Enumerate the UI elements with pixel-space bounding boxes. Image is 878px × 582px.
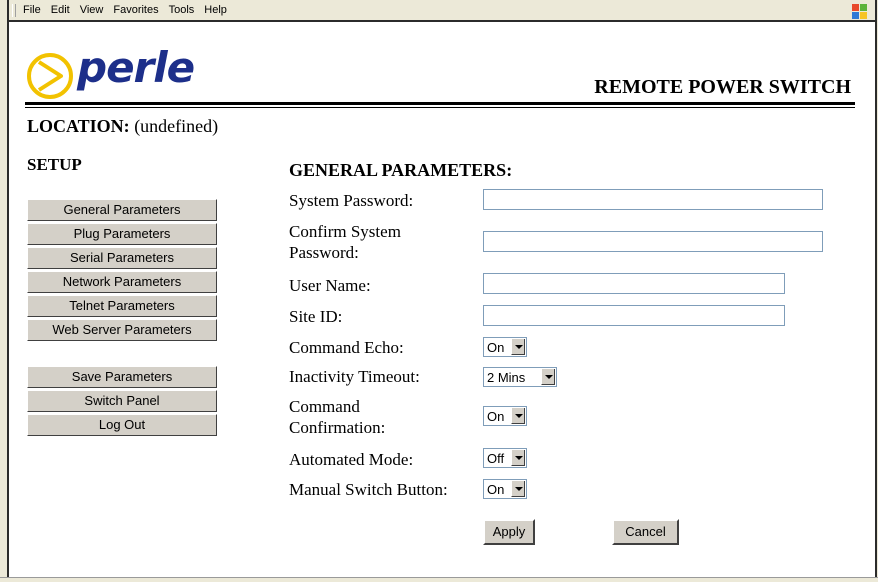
- switch-panel-button[interactable]: Switch Panel: [27, 390, 217, 412]
- page-content: perle REMOTE POWER SWITCH LOCATION: (und…: [11, 24, 873, 577]
- perle-logo-icon: [27, 53, 73, 99]
- save-parameters-button[interactable]: Save Parameters: [27, 366, 217, 388]
- command-confirmation-value: On: [487, 409, 505, 424]
- command-confirmation-label-line2: Confirmation:: [289, 418, 386, 437]
- manual-switch-select[interactable]: On: [483, 479, 527, 499]
- location-label: LOCATION:: [27, 116, 130, 136]
- automated-mode-label: Automated Mode:: [289, 450, 414, 469]
- logo-wordmark: perle: [77, 43, 195, 92]
- nav-serial-parameters[interactable]: Serial Parameters: [27, 247, 217, 269]
- window-frame-bottom: [0, 577, 878, 582]
- apply-button[interactable]: Apply: [483, 519, 535, 545]
- location-line: LOCATION: (undefined): [27, 116, 218, 137]
- perle-logo: perle: [25, 43, 225, 103]
- inactivity-timeout-select[interactable]: 2 Mins: [483, 367, 557, 387]
- inactivity-timeout-label: Inactivity Timeout:: [289, 367, 420, 386]
- user-name-field[interactable]: [483, 273, 785, 294]
- nav-web-server-parameters[interactable]: Web Server Parameters: [27, 319, 217, 341]
- log-out-button[interactable]: Log Out: [27, 414, 217, 436]
- manual-switch-value: On: [487, 482, 505, 497]
- site-id-field[interactable]: [483, 305, 785, 326]
- command-echo-value: On: [487, 340, 505, 355]
- chevron-down-icon[interactable]: [511, 481, 525, 497]
- nav-general-parameters[interactable]: General Parameters: [27, 199, 217, 221]
- command-confirmation-label-line1: Command: [289, 397, 360, 416]
- menu-edit[interactable]: Edit: [51, 4, 70, 16]
- setup-heading: SETUP: [27, 155, 82, 174]
- cancel-button[interactable]: Cancel: [612, 519, 679, 545]
- confirm-password-field[interactable]: [483, 231, 823, 252]
- menu-bar: File Edit View Favorites Tools Help: [9, 0, 875, 22]
- inactivity-timeout-value: 2 Mins: [487, 370, 526, 385]
- system-password-field[interactable]: [483, 189, 823, 210]
- header-divider-thin: [25, 107, 855, 108]
- section-title: GENERAL PARAMETERS:: [289, 160, 513, 180]
- user-name-label: User Name:: [289, 276, 371, 295]
- site-id-label: Site ID:: [289, 307, 343, 326]
- system-password-label: System Password:: [289, 191, 414, 210]
- menu-tools[interactable]: Tools: [169, 4, 195, 16]
- nav-telnet-parameters[interactable]: Telnet Parameters: [27, 295, 217, 317]
- windows-logo-icon: [851, 3, 867, 19]
- confirm-password-label-line2: Password:: [289, 243, 359, 262]
- chevron-down-icon[interactable]: [511, 450, 525, 466]
- confirm-password-label-line1: Confirm System: [289, 222, 401, 241]
- menu-help[interactable]: Help: [204, 4, 227, 16]
- location-value: (undefined): [134, 116, 219, 136]
- command-confirmation-label: Command Confirmation:: [289, 396, 385, 438]
- command-echo-label: Command Echo:: [289, 338, 404, 357]
- automated-mode-value: Off: [487, 451, 505, 466]
- toolbar-grip[interactable]: [12, 4, 16, 17]
- command-echo-select[interactable]: On: [483, 337, 527, 357]
- confirm-password-label: Confirm System Password:: [289, 221, 401, 263]
- command-confirmation-select[interactable]: On: [483, 406, 527, 426]
- window-frame-left: [0, 0, 9, 582]
- nav-plug-parameters[interactable]: Plug Parameters: [27, 223, 217, 245]
- menu-view[interactable]: View: [80, 4, 104, 16]
- product-title: REMOTE POWER SWITCH: [594, 76, 851, 98]
- chevron-down-icon[interactable]: [511, 339, 525, 355]
- nav-network-parameters[interactable]: Network Parameters: [27, 271, 217, 293]
- menu-file[interactable]: File: [23, 4, 41, 16]
- chevron-down-icon[interactable]: [511, 408, 525, 424]
- header-divider: [25, 102, 855, 105]
- menu-favorites[interactable]: Favorites: [113, 4, 158, 16]
- manual-switch-label: Manual Switch Button:: [289, 480, 448, 499]
- chevron-down-icon[interactable]: [541, 369, 555, 385]
- automated-mode-select[interactable]: Off: [483, 448, 527, 468]
